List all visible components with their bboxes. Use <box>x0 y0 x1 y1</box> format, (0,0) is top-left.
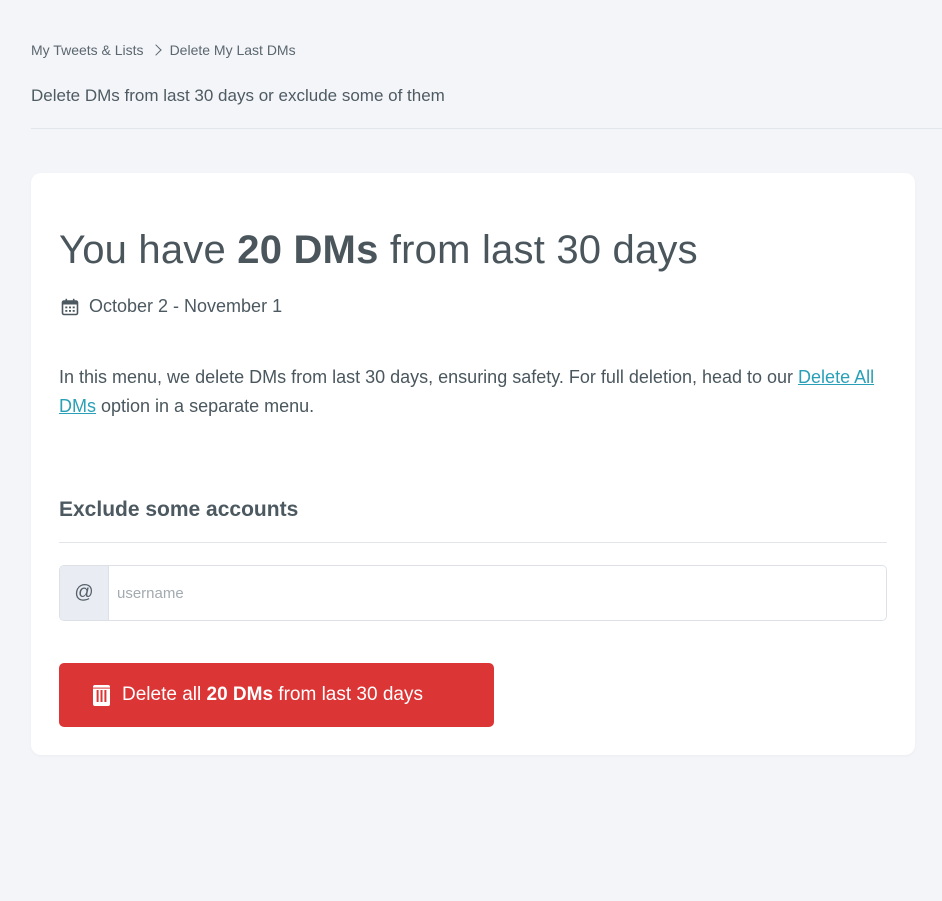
card-title-count: 20 DMs <box>237 228 379 272</box>
delete-button-label: Delete all 20 DMs from last 30 days <box>122 684 423 706</box>
breadcrumb-delete-my-last-dms[interactable]: Delete My Last DMs <box>170 42 296 58</box>
calendar-icon <box>61 298 79 315</box>
page-subtitle: Delete DMs from last 30 days or exclude … <box>31 86 445 105</box>
date-range: October 2 - November 1 <box>61 296 282 317</box>
delete-button-suffix: from last 30 days <box>273 684 423 705</box>
trash-icon <box>93 684 110 706</box>
username-input[interactable] <box>109 566 886 620</box>
card-title: You have 20 DMs from last 30 days <box>59 228 698 273</box>
chevron-right-icon <box>149 44 162 56</box>
delete-all-dms-button[interactable]: Delete all 20 DMs from last 30 days <box>59 663 494 727</box>
breadcrumb: My Tweets & Lists Delete My Last DMs <box>31 42 296 58</box>
delete-button-prefix: Delete all <box>122 684 207 705</box>
at-sign-prefix: @ <box>60 566 109 620</box>
breadcrumb-my-tweets-lists[interactable]: My Tweets & Lists <box>31 42 144 58</box>
delete-button-count: 20 DMs <box>206 684 274 705</box>
date-range-text: October 2 - November 1 <box>89 296 283 316</box>
exclude-section-title: Exclude some accounts <box>59 498 299 521</box>
username-input-group: @ <box>59 565 887 621</box>
card-title-prefix: You have <box>59 228 238 272</box>
description-text: In this menu, we delete DMs from last 30… <box>59 367 799 387</box>
section-divider <box>59 542 887 543</box>
header-divider <box>31 128 942 129</box>
description: In this menu, we delete DMs from last 30… <box>59 363 899 421</box>
card-title-suffix: from last 30 days <box>378 228 698 272</box>
delete-dms-card: You have 20 DMs from last 30 days Octobe… <box>31 173 915 755</box>
description-suffix: option in a separate menu. <box>96 396 315 416</box>
